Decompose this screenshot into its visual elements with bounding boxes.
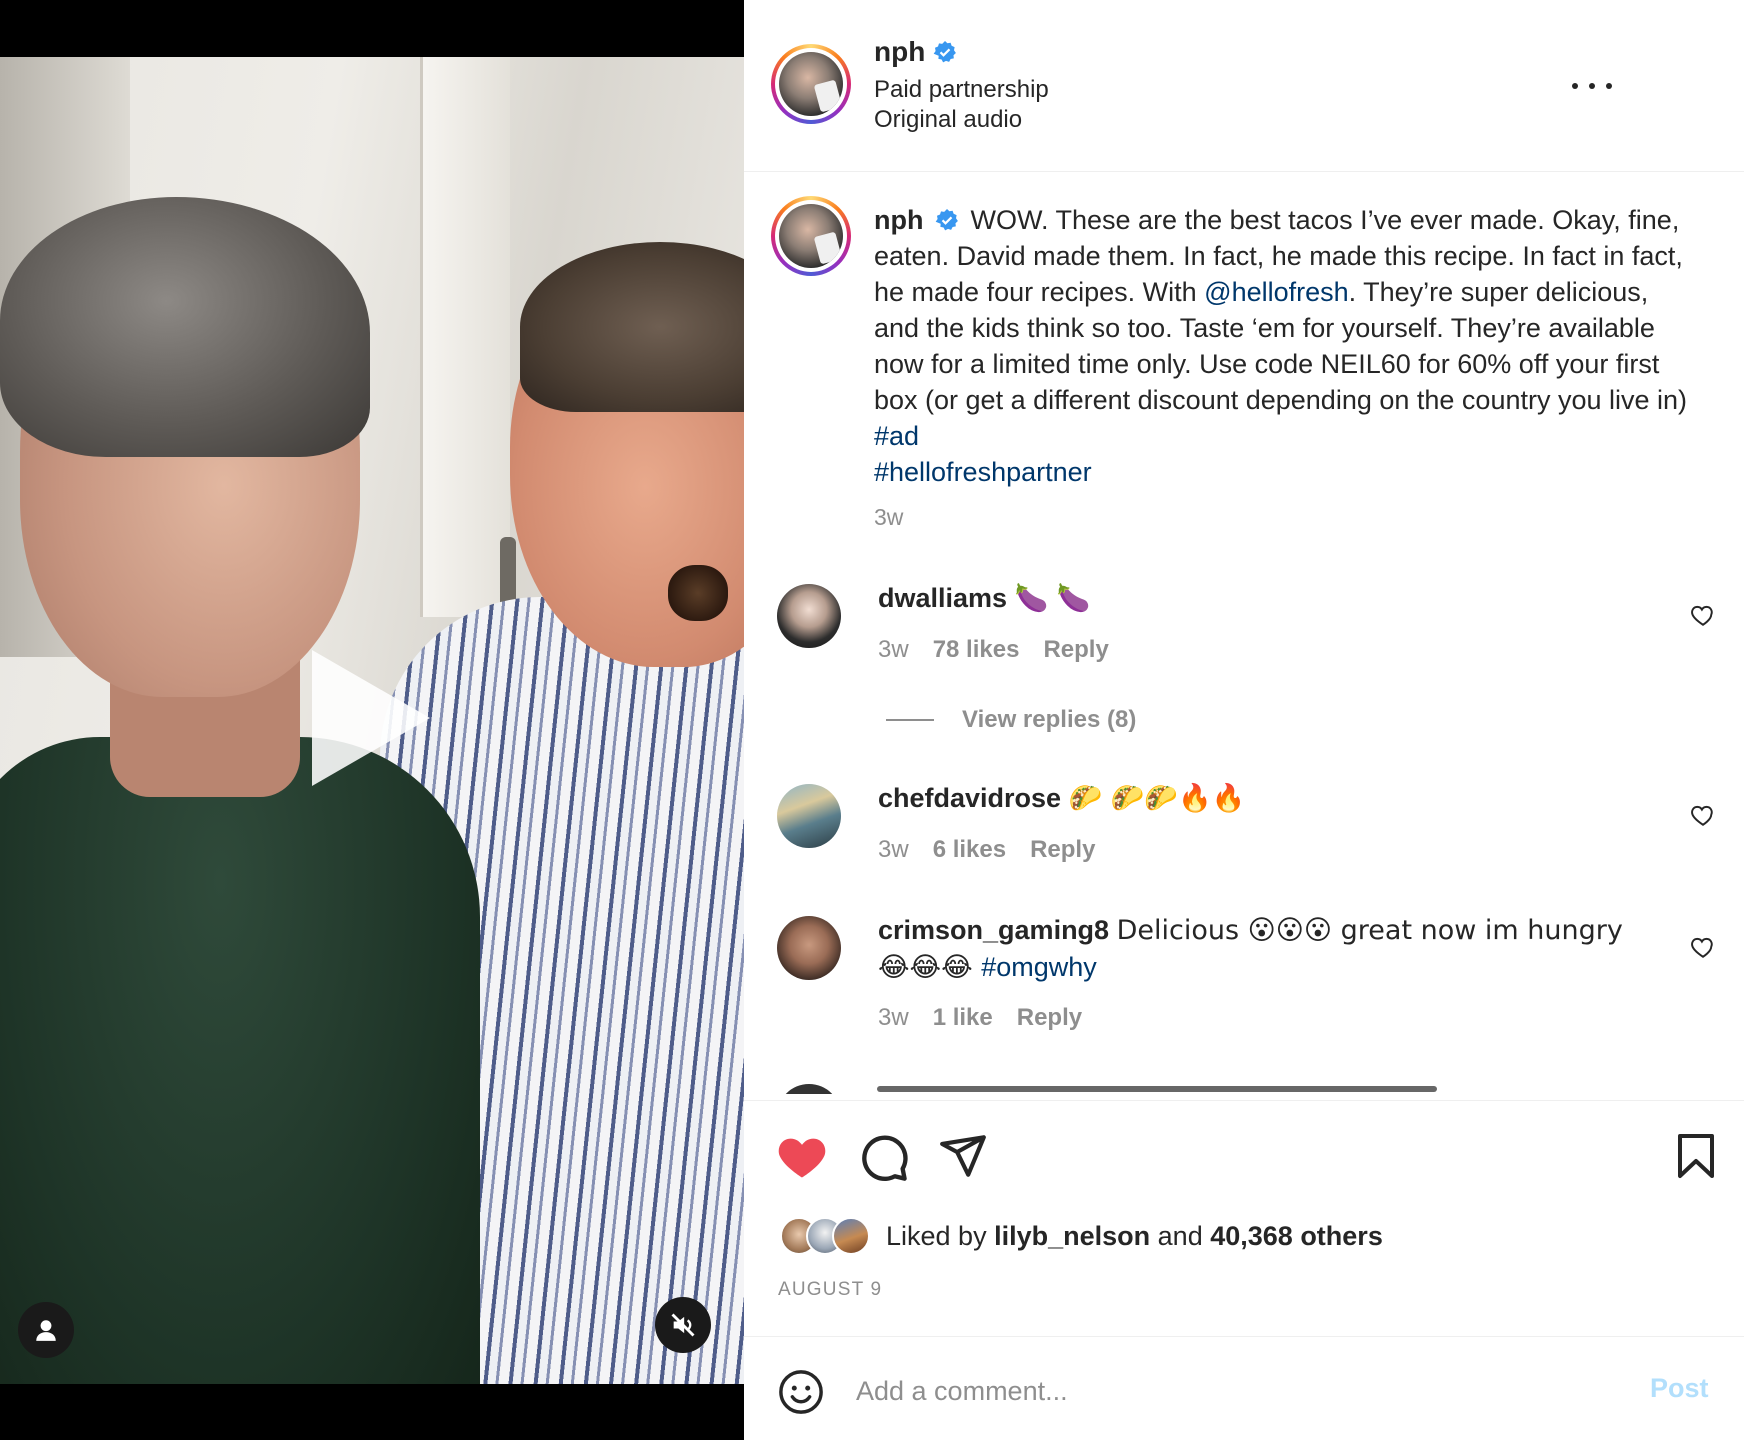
post-actions: Liked by lilyb_nelson and 40,368 others … xyxy=(744,1100,1744,1340)
comment-item-partial xyxy=(777,1082,1677,1094)
paid-partnership-label[interactable]: Paid partnership xyxy=(874,76,1049,104)
liked-by-row: Liked by lilyb_nelson and 40,368 others xyxy=(780,1217,1383,1255)
heart-filled-icon[interactable] xyxy=(776,1131,828,1183)
emoji-icon[interactable] xyxy=(778,1369,824,1415)
verified-badge-icon xyxy=(935,209,958,231)
liked-by-user[interactable]: lilyb_nelson xyxy=(994,1221,1150,1251)
comment-time[interactable]: 3w xyxy=(878,836,909,864)
bookmark-icon[interactable] xyxy=(1672,1131,1720,1181)
video-player[interactable] xyxy=(0,0,744,1440)
caption-avatar[interactable] xyxy=(771,196,851,276)
post-details-panel: nph Paid partnership Original audio nph xyxy=(744,0,1744,1440)
comment-time[interactable]: 3w xyxy=(878,636,909,664)
commenter-avatar[interactable] xyxy=(777,916,841,980)
user-icon xyxy=(36,1320,56,1341)
comment-text: 🍆 🍆 xyxy=(1014,583,1091,614)
reply-button[interactable]: Reply xyxy=(1043,636,1108,664)
commenter-avatar[interactable] xyxy=(777,584,841,648)
reply-button[interactable]: Reply xyxy=(1030,836,1095,864)
mute-button[interactable] xyxy=(655,1297,711,1353)
view-replies-button[interactable]: View replies (8) xyxy=(886,706,1136,734)
comment-input[interactable] xyxy=(856,1363,1616,1419)
mention-link[interactable]: @hellofresh xyxy=(1204,277,1348,307)
comment-likes[interactable]: 1 like xyxy=(933,1004,993,1032)
comment-likes[interactable]: 78 likes xyxy=(933,636,1020,664)
verified-badge-icon xyxy=(934,41,957,63)
tagged-users-button[interactable] xyxy=(18,1302,74,1358)
liked-by-prefix: Liked by xyxy=(886,1220,987,1251)
more-options-icon[interactable] xyxy=(1572,72,1612,100)
comment-time[interactable]: 3w xyxy=(878,1004,909,1032)
heart-outline-icon[interactable] xyxy=(1690,802,1716,828)
comment-likes[interactable]: 6 likes xyxy=(933,836,1006,864)
post-comment-button[interactable]: Post xyxy=(1650,1373,1709,1404)
author-avatar[interactable] xyxy=(771,44,851,124)
comment-username[interactable]: chefdavidrose xyxy=(878,783,1061,813)
heart-outline-icon[interactable] xyxy=(1690,934,1716,960)
likes-count[interactable]: 40,368 others xyxy=(1210,1221,1383,1251)
author-username[interactable]: nph xyxy=(874,36,925,68)
liked-by-joiner: and xyxy=(1157,1220,1203,1251)
share-icon[interactable] xyxy=(938,1131,988,1181)
speaker-muted-icon xyxy=(671,1313,695,1337)
instagram-post-view: nph Paid partnership Original audio nph xyxy=(0,0,1744,1440)
post-date[interactable]: AUGUST 9 xyxy=(778,1279,882,1301)
comment-username[interactable]: dwalliams xyxy=(878,583,1007,613)
hashtag-link[interactable]: #ad xyxy=(874,421,919,451)
comment-icon[interactable] xyxy=(858,1131,910,1183)
comment-text: 🌮 🌮🌮🔥🔥 xyxy=(1068,783,1246,814)
caption-username[interactable]: nph xyxy=(874,205,923,235)
reply-button[interactable]: Reply xyxy=(1017,1004,1082,1032)
caption-timestamp[interactable]: 3w xyxy=(874,504,903,531)
heart-outline-icon[interactable] xyxy=(1690,602,1716,628)
original-audio-link[interactable]: Original audio xyxy=(874,106,1022,134)
hashtag-link[interactable]: #omgwhy xyxy=(981,952,1097,982)
commenter-avatar[interactable] xyxy=(777,784,841,848)
hashtag-link[interactable]: #hellofreshpartner xyxy=(874,457,1092,487)
play-icon[interactable] xyxy=(312,650,430,786)
liker-avatar[interactable] xyxy=(832,1217,870,1255)
post-header: nph Paid partnership Original audio xyxy=(744,0,1744,172)
add-comment-bar: Post xyxy=(744,1336,1744,1440)
comment-username[interactable]: crimson_gaming8 xyxy=(878,915,1109,945)
